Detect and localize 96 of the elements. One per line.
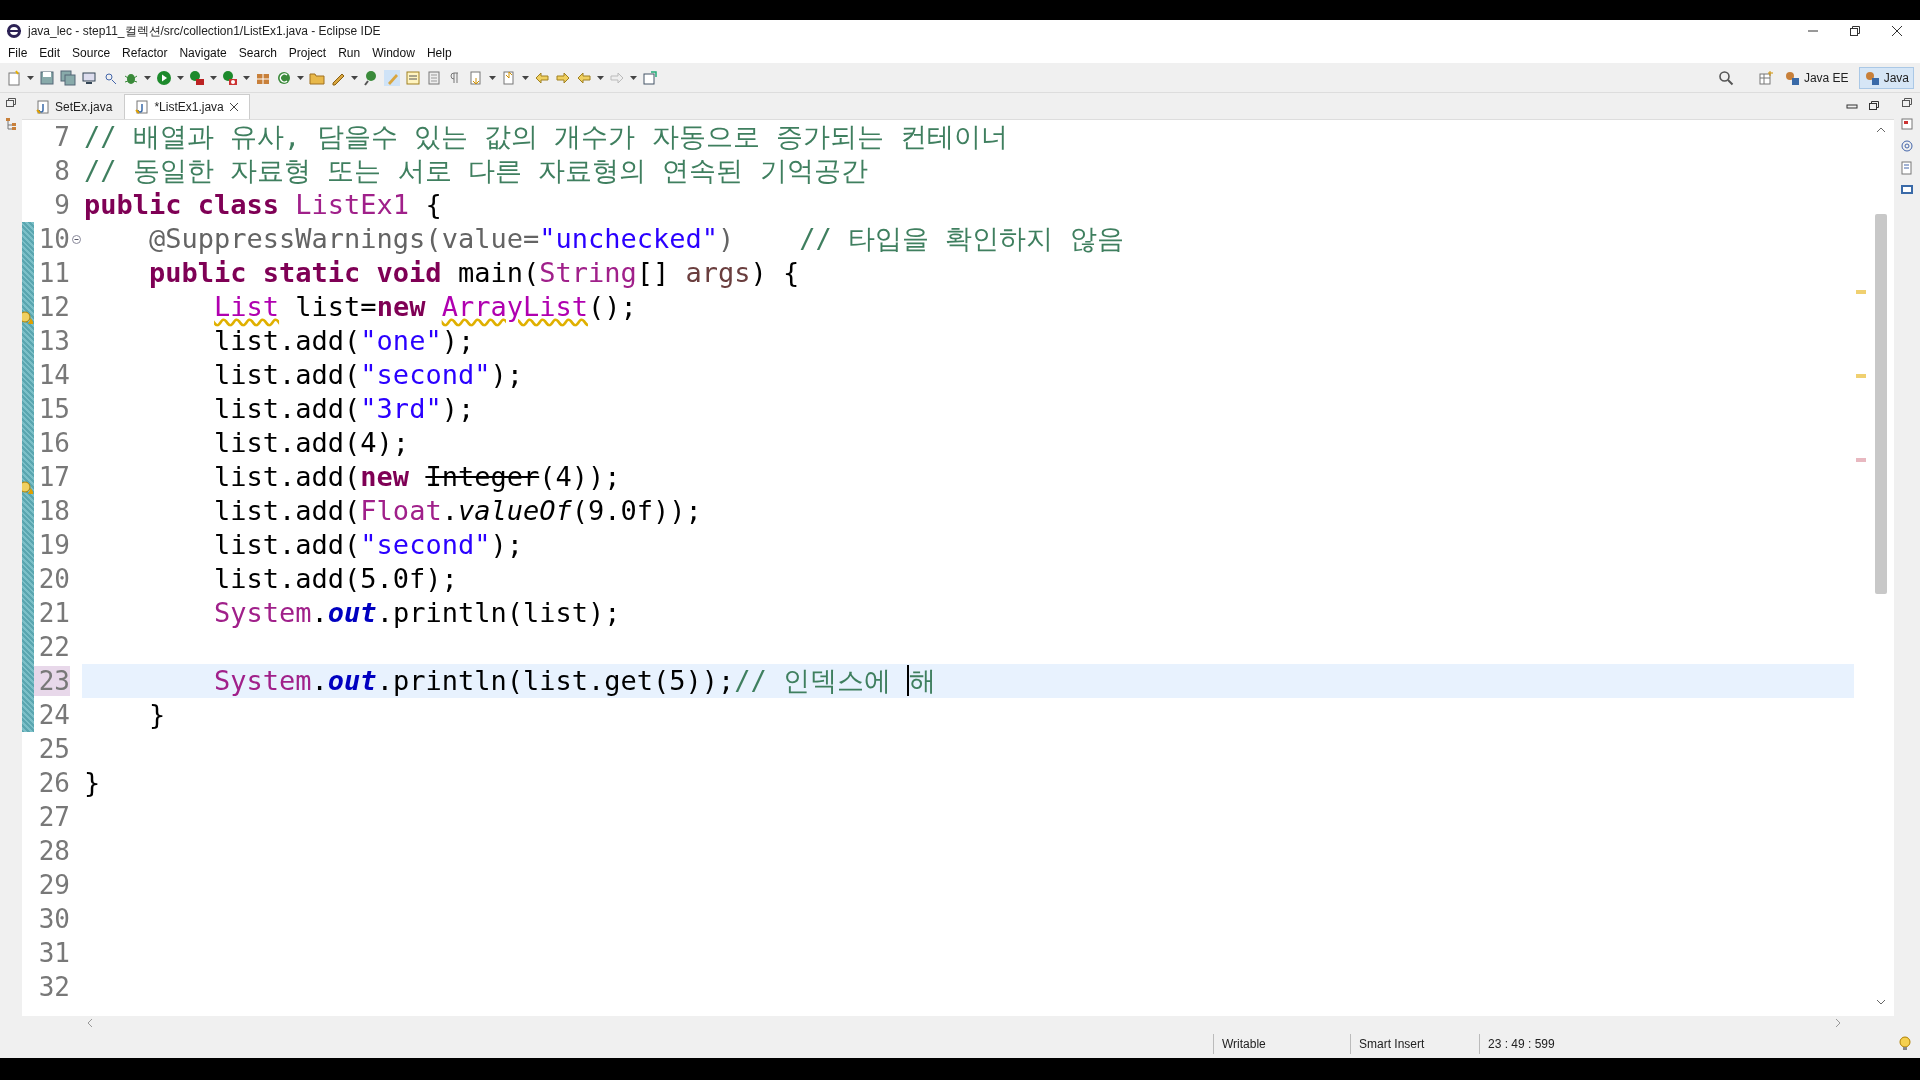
cursor-position: 23 : 49 : 599 xyxy=(1479,1034,1608,1054)
menu-item[interactable]: Run xyxy=(332,45,367,60)
pin-editor-icon[interactable] xyxy=(642,69,658,86)
code-line: list.add("second"); xyxy=(213,358,524,392)
save-icon[interactable] xyxy=(39,69,55,86)
line-number: 12 xyxy=(37,292,70,322)
restore-icon[interactable] xyxy=(1901,97,1913,109)
console-icon[interactable] xyxy=(1900,183,1914,197)
window-title: java_lec - step11_컬렉션/src/collection1/ListEx1.java - Eclipse IDE xyxy=(28,22,382,40)
line-number: 13 xyxy=(37,326,70,356)
line-number: 26 xyxy=(37,768,70,798)
code-line: list.add("3rd"); xyxy=(213,392,476,426)
restore-icon[interactable] xyxy=(5,97,17,109)
menu-item[interactable]: Window xyxy=(366,45,421,60)
code-line: System.out.println(list); xyxy=(213,596,622,630)
line-number: 32 xyxy=(37,972,70,1002)
code-line: list.add(Float.valueOf(9.0f)); xyxy=(213,494,703,528)
line-number: 18 xyxy=(37,496,70,526)
line-number: 14 xyxy=(37,360,70,390)
warning-ruler-mark-icon xyxy=(1856,290,1866,294)
scroll-down-icon[interactable] xyxy=(1876,998,1886,1006)
external-tools-icon[interactable] xyxy=(222,69,238,86)
line-number: 24 xyxy=(37,700,70,730)
line-number: 31 xyxy=(37,938,70,968)
next-annotation-icon[interactable] xyxy=(468,69,484,86)
line-number: 8 xyxy=(53,156,70,186)
editor-tab[interactable]: *ListEx1.java xyxy=(124,94,250,119)
code-line: } xyxy=(148,698,167,732)
restore-icon[interactable] xyxy=(1848,24,1862,38)
perspective-icon xyxy=(1863,69,1880,86)
scroll-right-icon[interactable] xyxy=(1834,1018,1842,1028)
scroll-left-icon[interactable] xyxy=(86,1018,94,1028)
menu-item[interactable]: Source xyxy=(66,45,117,60)
menu-item[interactable]: Edit xyxy=(33,45,67,60)
code-line: public static void main(String[] args) { xyxy=(148,256,801,290)
lightbulb-icon[interactable] xyxy=(1898,1036,1912,1052)
menu-item[interactable]: Project xyxy=(282,45,333,60)
line-number: 10 xyxy=(37,224,70,254)
line-number: 21 xyxy=(37,598,70,628)
code-line: } xyxy=(83,766,102,800)
code-line: list.add(new Integer(4)); xyxy=(213,460,622,494)
editor-tab[interactable]: SetEx.java xyxy=(26,95,123,119)
close-icon[interactable] xyxy=(1890,24,1904,38)
maximize-icon[interactable] xyxy=(1868,100,1880,112)
line-number: 30 xyxy=(37,904,70,934)
monitor-icon[interactable] xyxy=(81,69,97,86)
outline-view-icon[interactable] xyxy=(1900,117,1914,131)
menu-item[interactable]: Help xyxy=(420,45,458,60)
status-text: Writable xyxy=(1213,1034,1350,1054)
line-number: 9 xyxy=(53,190,70,220)
line-number: 11 xyxy=(37,258,70,288)
collapse-icon[interactable] xyxy=(71,234,81,244)
perspective-icon xyxy=(1783,69,1800,86)
line-number: 17 xyxy=(37,462,70,492)
code-line: @SuppressWarnings(value="unchecked") // 타입을 확인하지 않음 xyxy=(148,222,1125,256)
code-line: // 배열과 유사, 담을수 있는 값의 개수가 자동으로 증가되는 컨테이너 xyxy=(83,120,1010,154)
line-number: 19 xyxy=(37,530,70,560)
line-number: 27 xyxy=(37,802,70,832)
line-number: 28 xyxy=(37,836,70,866)
menu-item[interactable]: File xyxy=(2,45,34,60)
warning-ruler-mark-icon xyxy=(1856,374,1866,378)
line-number: 25 xyxy=(37,734,70,764)
line-number: 22 xyxy=(37,632,70,662)
code-line: list.add("second"); xyxy=(213,528,524,562)
code-line: list.add(4); xyxy=(213,426,411,460)
save-all-icon[interactable] xyxy=(60,69,76,86)
search-icon[interactable] xyxy=(1717,69,1734,86)
menu-item[interactable]: Search xyxy=(232,45,283,60)
line-number: 7 xyxy=(53,122,70,152)
menu-item[interactable]: Refactor xyxy=(116,45,174,60)
coverage-icon[interactable] xyxy=(189,69,205,86)
close-tab-icon[interactable] xyxy=(228,102,239,112)
outline-view-icon[interactable] xyxy=(5,117,17,131)
code-line: // 동일한 자료형 또는 서로 다른 자료형의 연속된 기억공간 xyxy=(83,154,869,188)
java-file-icon xyxy=(135,100,150,114)
line-number: 23 xyxy=(34,666,70,696)
perspective-button[interactable]: Java EE xyxy=(1778,66,1854,89)
code-line: list.add(5.0f); xyxy=(213,562,459,596)
scrollbar-thumb[interactable] xyxy=(1875,214,1887,594)
status-text: Smart Insert xyxy=(1350,1034,1479,1054)
perspective-button[interactable]: Java xyxy=(1858,66,1914,89)
run-icon[interactable] xyxy=(156,69,172,86)
previous-annotation-icon[interactable] xyxy=(501,69,517,86)
line-number: 20 xyxy=(37,564,70,594)
line-number: 29 xyxy=(37,870,70,900)
code-line: public class ListEx1 { xyxy=(83,188,443,222)
java-file-icon xyxy=(36,100,50,114)
scroll-up-icon[interactable] xyxy=(1876,126,1886,134)
new-class-icon[interactable] xyxy=(276,69,292,86)
line-number: 16 xyxy=(37,428,70,458)
occurrence-ruler-mark-icon xyxy=(1856,458,1866,462)
open-perspective-icon[interactable] xyxy=(1757,69,1774,86)
line-number: 15 xyxy=(37,394,70,424)
code-line: list.add("one"); xyxy=(213,324,476,358)
code-line: List list=new ArrayList(); xyxy=(213,290,638,324)
menu-item[interactable]: Navigate xyxy=(173,45,233,60)
